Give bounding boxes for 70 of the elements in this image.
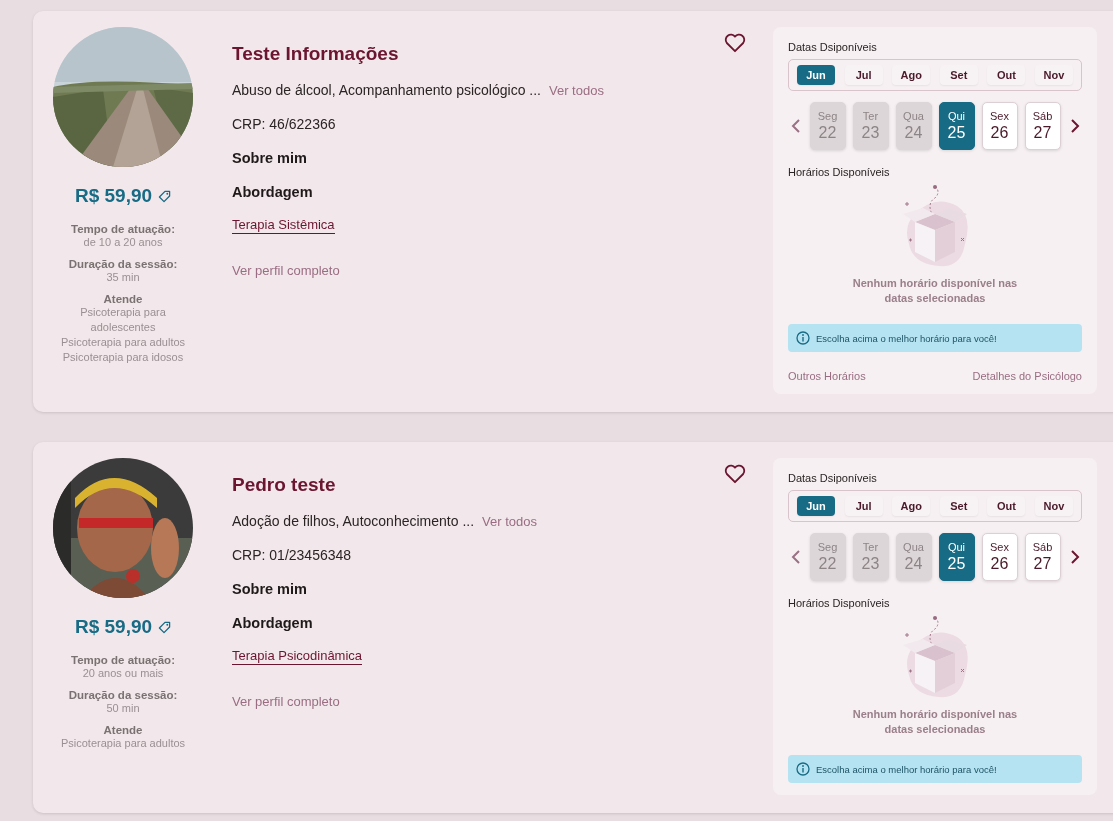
chevron-left-icon[interactable] [790, 118, 801, 134]
month-tab[interactable]: Jul [844, 496, 883, 516]
info-icon [796, 762, 810, 776]
day-tile[interactable]: Qui 25 [938, 102, 975, 150]
chevron-right-icon[interactable] [1069, 118, 1080, 134]
month-tab[interactable]: Ago [892, 65, 931, 85]
chevron-left-icon[interactable] [790, 549, 801, 565]
full-profile-link[interactable]: Ver perfil completo [232, 694, 340, 709]
dates-label: Datas Dsiponíveis [788, 472, 878, 484]
empty-message: Nenhum horário disponível nas datas selecionadas [851, 707, 1019, 737]
day-tile[interactable]: Sex 26 [981, 533, 1018, 581]
day-tile[interactable]: Sáb 27 [1024, 533, 1061, 581]
price-tag-icon [158, 620, 172, 634]
duration-value: 35 min [106, 270, 140, 285]
experience-label: Tempo de atuação: [71, 654, 175, 666]
duration-value: 50 min [106, 701, 140, 716]
specialties-text: Abuso de álcool, Acompanhamento psicológico ... [232, 82, 541, 98]
see-all-link[interactable]: Ver todos [482, 514, 537, 529]
duration-label: Duração da sessão: [68, 689, 178, 701]
times-label: Horários Disponíveis [788, 166, 891, 178]
month-tab[interactable]: Out [987, 496, 1026, 516]
experience-value: de 10 a 20 anos [83, 235, 163, 250]
full-profile-link[interactable]: Ver perfil completo [232, 263, 340, 278]
month-tab[interactable]: Jun [797, 496, 835, 516]
month-tab[interactable]: Set [939, 65, 978, 85]
service-item: Psicoterapia para adultos [60, 736, 186, 751]
psychologist-name: Teste Informações [232, 43, 399, 65]
specialties-text: Adoção de filhos, Autoconhecimento ... [232, 513, 475, 529]
psychologist-name: Pedro teste [232, 474, 336, 496]
see-all-link[interactable]: Ver todos [549, 83, 604, 98]
price: R$ 59,90 [74, 185, 153, 207]
info-text: Escolha acima o melhor horário para você! [816, 332, 997, 344]
approach-link[interactable]: Terapia Psicodinâmica [232, 648, 363, 665]
serves-label: Atende [103, 724, 143, 736]
details-link[interactable]: Detalhes do Psicólogo [972, 370, 1082, 382]
month-tab[interactable]: Nov [1034, 496, 1073, 516]
month-tab[interactable]: Set [939, 496, 978, 516]
service-item: Psicoterapia para adolescentes [79, 305, 167, 335]
experience-value: 20 anos ou mais [82, 666, 164, 681]
empty-message: Nenhum horário disponível nas datas selecionadas [851, 276, 1019, 306]
approach-heading: Abordagem [232, 615, 313, 631]
service-item: Psicoterapia para adultos [60, 335, 186, 350]
about-heading: Sobre mim [232, 581, 307, 597]
times-label: Horários Disponíveis [788, 597, 891, 609]
service-item: Psicoterapia para idosos [62, 350, 184, 365]
other-times-link[interactable]: Outros Horários [788, 370, 866, 382]
price: R$ 59,90 [74, 616, 153, 638]
month-tab[interactable]: Jul [844, 65, 883, 85]
dates-label: Datas Dsiponíveis [788, 41, 878, 53]
day-tile[interactable]: Sex 26 [981, 102, 1018, 150]
month-tab[interactable]: Jun [797, 65, 835, 85]
info-text: Escolha acima o melhor horário para você! [816, 763, 997, 775]
month-tab[interactable]: Out [987, 65, 1026, 85]
chevron-right-icon[interactable] [1069, 549, 1080, 565]
month-tab[interactable]: Nov [1034, 65, 1073, 85]
approach-heading: Abordagem [232, 184, 313, 200]
info-icon [796, 331, 810, 345]
serves-label: Atende [103, 293, 143, 305]
day-tile[interactable]: Qui 25 [938, 533, 975, 581]
duration-label: Duração da sessão: [68, 258, 178, 270]
crp-number: CRP: 01/23456348 [232, 547, 352, 563]
crp-number: CRP: 46/622366 [232, 116, 336, 132]
experience-label: Tempo de atuação: [71, 223, 175, 235]
about-heading: Sobre mim [232, 150, 307, 166]
price-tag-icon [158, 189, 172, 203]
month-tab[interactable]: Ago [892, 496, 931, 516]
approach-link[interactable]: Terapia Sistêmica [232, 217, 335, 234]
heart-icon[interactable] [724, 33, 746, 53]
heart-icon[interactable] [724, 464, 746, 484]
day-tile[interactable]: Sáb 27 [1024, 102, 1061, 150]
